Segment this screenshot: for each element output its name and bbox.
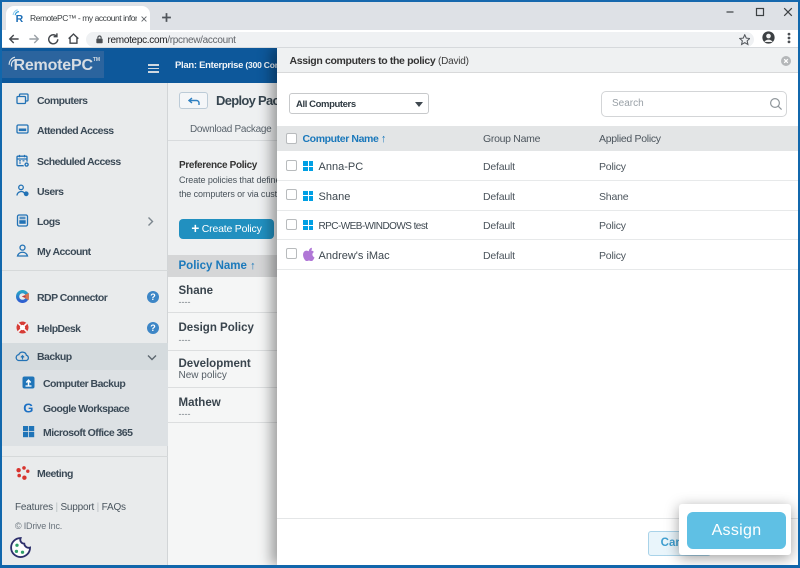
svg-text:R: R: [16, 13, 24, 23]
svg-text:G: G: [23, 401, 33, 414]
